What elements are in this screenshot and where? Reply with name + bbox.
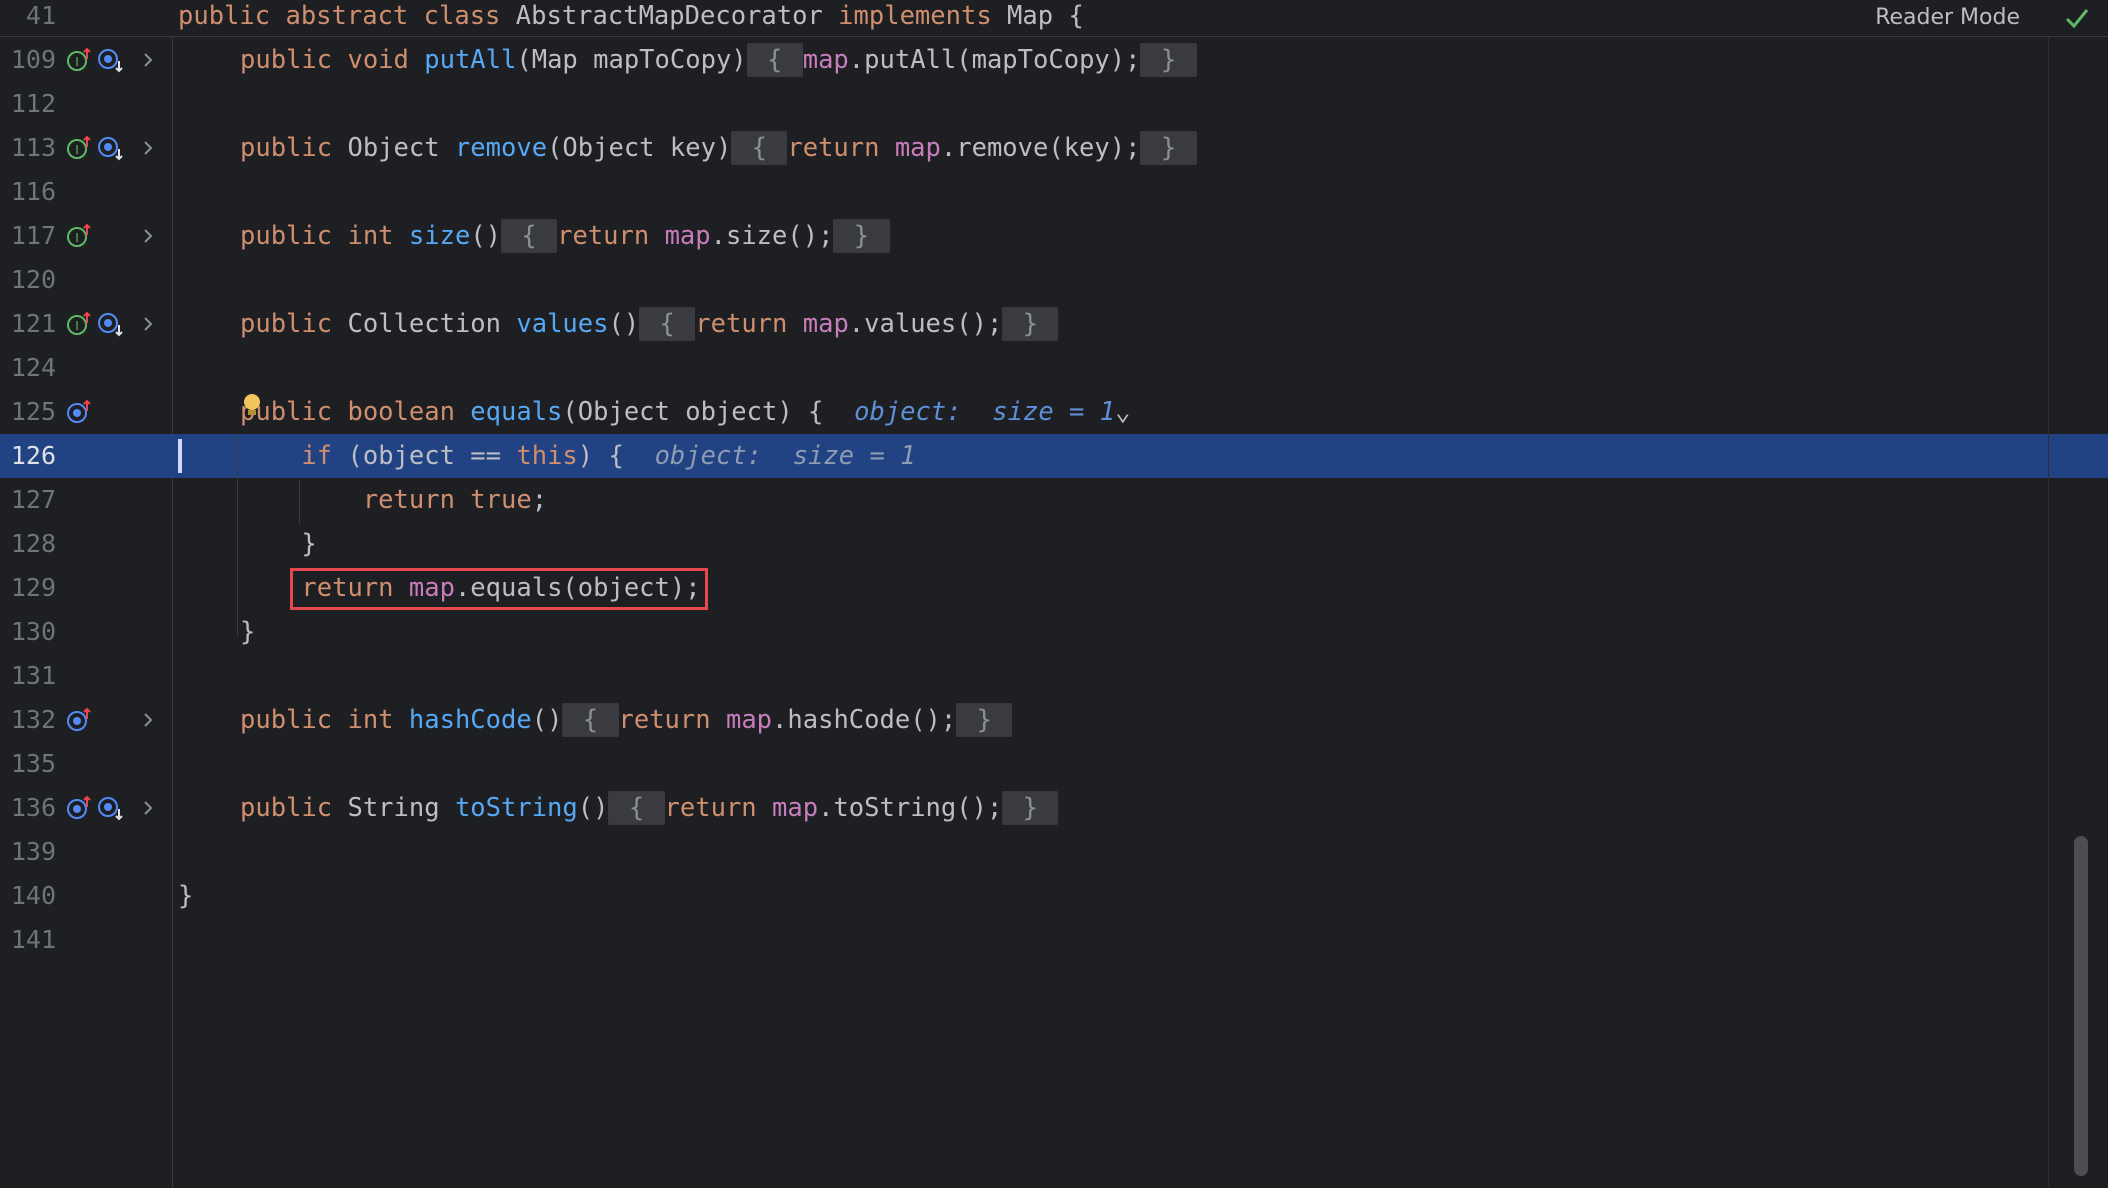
reader-mode-button[interactable]: Reader Mode [1875, 0, 2020, 36]
code-line-117[interactable]: 117 Ipublic int size() { return map.size(… [0, 214, 2108, 258]
code-text: if (object == this) { object: size = 1 [301, 441, 916, 471]
svg-text:I: I [75, 319, 79, 333]
implements-up-icon[interactable]: I [66, 47, 92, 73]
code-line-130[interactable]: 130} [0, 610, 2108, 654]
code-line-139[interactable]: 139 [0, 830, 2108, 874]
line-number: 129 [10, 573, 56, 602]
overridden-down-icon[interactable] [98, 47, 124, 73]
line-number: 124 [10, 353, 56, 382]
code-line-125[interactable]: 125 public boolean equals(Object object) … [0, 390, 2108, 434]
overridden-down-icon[interactable] [98, 311, 124, 337]
implements-up-icon[interactable]: I [66, 311, 92, 337]
override-up-icon[interactable] [66, 795, 92, 821]
indent-guide [299, 480, 300, 524]
line-number: 136 [10, 793, 56, 822]
sticky-code: public abstract class AbstractMapDecorat… [178, 1, 1084, 31]
code-text: } [240, 617, 256, 647]
editor-right-separator [2048, 0, 2049, 1188]
line-number: 141 [10, 925, 56, 954]
implements-up-icon[interactable]: I [66, 223, 92, 249]
text-caret [178, 439, 182, 473]
line-number: 132 [10, 705, 56, 734]
implements-up-icon[interactable]: I [66, 135, 92, 161]
fold-chevron-icon[interactable] [138, 312, 158, 336]
line-number: 109 [10, 45, 56, 74]
line-number: 128 [10, 529, 56, 558]
fold-chevron-icon[interactable] [138, 48, 158, 72]
checkmark-icon[interactable] [2064, 6, 2090, 30]
line-number: 120 [10, 265, 56, 294]
line-number: 113 [10, 133, 56, 162]
svg-text:I: I [75, 231, 79, 245]
code-line-121[interactable]: 121 Ipublic Collection values() { return … [0, 302, 2108, 346]
vertical-scrollbar[interactable] [2074, 836, 2088, 1176]
line-number: 135 [10, 749, 56, 778]
fold-chevron-icon[interactable] [138, 796, 158, 820]
highlight-box [290, 568, 708, 610]
line-number: 112 [10, 89, 56, 118]
line-number: 126 [10, 441, 56, 470]
code-text: public int hashCode() { return map.hashC… [240, 698, 1013, 742]
line-number: 117 [10, 221, 56, 250]
code-text: public Object remove(Object key) { retur… [240, 126, 1197, 170]
line-number: 127 [10, 485, 56, 514]
svg-text:I: I [75, 143, 79, 157]
sticky-header-line[interactable]: 41 public abstract class AbstractMapDeco… [0, 0, 2108, 37]
code-text: public Collection values() { return map.… [240, 302, 1059, 346]
indent-guide [237, 436, 238, 636]
code-text: } [178, 881, 194, 911]
code-text: } [240, 529, 317, 559]
code-line-132[interactable]: 132 public int hashCode() { return map.ha… [0, 698, 2108, 742]
code-line-113[interactable]: 113 Ipublic Object remove(Object key) { r… [0, 126, 2108, 170]
override-up-icon[interactable] [66, 399, 92, 425]
fold-chevron-icon[interactable] [138, 224, 158, 248]
line-number: 130 [10, 617, 56, 646]
lightbulb-icon[interactable] [242, 392, 262, 420]
code-line-128[interactable]: 128 } [0, 522, 2108, 566]
code-line-126[interactable]: 126 if (object == this) { object: size =… [0, 434, 2108, 478]
overridden-down-icon[interactable] [98, 135, 124, 161]
svg-text:I: I [75, 55, 79, 69]
code-editor[interactable]: 41 public abstract class AbstractMapDeco… [0, 0, 2108, 1188]
line-number: 41 [25, 1, 56, 30]
code-line-131[interactable]: 131 [0, 654, 2108, 698]
fold-chevron-icon[interactable] [138, 136, 158, 160]
line-number: 121 [10, 309, 56, 338]
code-line-136[interactable]: 136 public String toString() { return map… [0, 786, 2108, 830]
line-number: 125 [10, 397, 56, 426]
code-line-109[interactable]: 109 Ipublic void putAll(Map mapToCopy) { … [0, 38, 2108, 82]
code-line-140[interactable]: 140} [0, 874, 2108, 918]
code-text: public boolean equals(Object object) { o… [240, 397, 1131, 427]
code-text: public void putAll(Map mapToCopy) { map.… [240, 38, 1197, 82]
overridden-down-icon[interactable] [98, 795, 124, 821]
code-line-127[interactable]: 127 return true; [0, 478, 2108, 522]
code-line-120[interactable]: 120 [0, 258, 2108, 302]
code-line-124[interactable]: 124 [0, 346, 2108, 390]
code-text: return true; [362, 485, 548, 515]
code-line-141[interactable]: 141 [0, 918, 2108, 962]
fold-chevron-icon[interactable] [138, 708, 158, 732]
code-line-135[interactable]: 135 [0, 742, 2108, 786]
line-number: 139 [10, 837, 56, 866]
code-text: public String toString() { return map.to… [240, 786, 1059, 830]
line-number: 131 [10, 661, 56, 690]
line-number: 116 [10, 177, 56, 206]
override-up-icon[interactable] [66, 707, 92, 733]
line-number: 140 [10, 881, 56, 910]
code-line-116[interactable]: 116 [0, 170, 2108, 214]
code-line-112[interactable]: 112 [0, 82, 2108, 126]
code-text: public int size() { return map.size(); } [240, 214, 890, 258]
